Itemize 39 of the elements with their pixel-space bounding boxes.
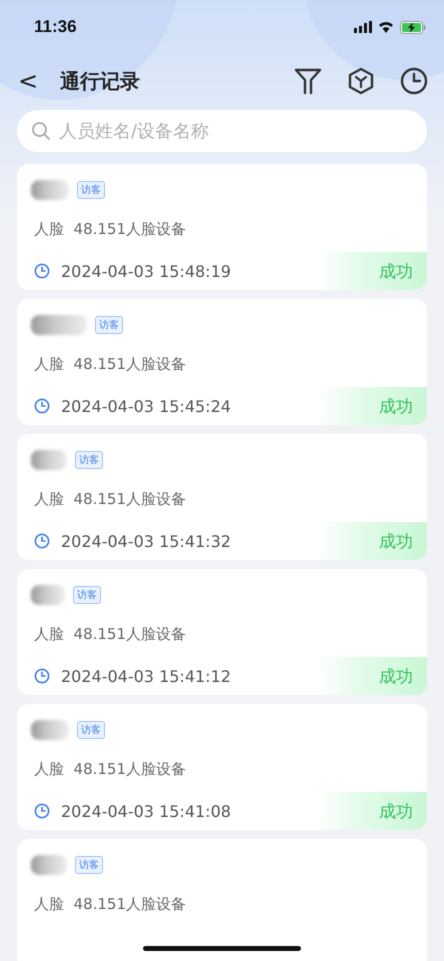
- redacted-name: [31, 315, 87, 335]
- record-time: 2024-04-03 15:41:12: [61, 666, 231, 686]
- redacted-name: [31, 855, 67, 875]
- device-info: 人脸 48.151人脸设备: [33, 894, 188, 914]
- device-info: 人脸 48.151人脸设备: [33, 624, 188, 644]
- search-icon: [31, 121, 51, 141]
- visitor-tag: 访客: [77, 181, 105, 199]
- clock-icon: [34, 668, 50, 684]
- status-time: 11:36: [34, 17, 77, 37]
- signal-icon: [354, 21, 372, 33]
- device-info: 人脸 48.151人脸设备: [33, 219, 188, 239]
- battery-charging-icon: [400, 20, 426, 34]
- redacted-name: [31, 720, 69, 740]
- record-time: 2024-04-03 15:48:19: [61, 262, 231, 280]
- clock-icon: [34, 263, 50, 279]
- search-field[interactable]: 人员姓名/设备名称: [17, 110, 427, 152]
- page-title: 通行记录: [60, 68, 142, 94]
- clock-icon: [34, 803, 50, 819]
- clock-icon: [34, 398, 50, 414]
- filter-icon[interactable]: [294, 67, 322, 95]
- visitor-tag: 访客: [73, 586, 101, 604]
- back-button[interactable]: <: [12, 67, 44, 95]
- visitor-tag: 访客: [75, 451, 103, 469]
- device-info: 人脸 48.151人脸设备: [33, 759, 188, 779]
- device-info: 人脸 48.151人脸设备: [33, 489, 188, 509]
- redacted-name: [31, 450, 67, 470]
- record-time: 2024-04-03 15:41:32: [61, 532, 231, 550]
- redacted-name: [31, 585, 65, 605]
- clock-icon: [34, 533, 50, 549]
- device-info: 人脸 48.151人脸设备: [33, 354, 188, 374]
- visitor-tag: 访客: [77, 721, 105, 739]
- record-time: 2024-04-03 15:41:08: [61, 802, 231, 820]
- wifi-icon: [378, 21, 394, 33]
- record-time: 2024-04-03 15:45:24: [61, 396, 231, 416]
- cube-icon[interactable]: [348, 67, 374, 95]
- visitor-tag: 访客: [75, 856, 103, 874]
- clock-icon[interactable]: [400, 67, 428, 95]
- redacted-name: [31, 180, 69, 200]
- visitor-tag: 访客: [95, 316, 123, 334]
